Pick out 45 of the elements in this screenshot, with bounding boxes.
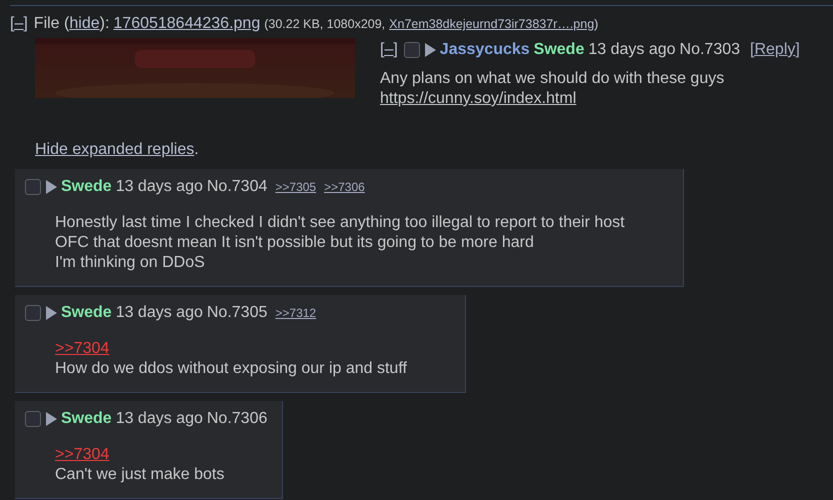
post-text: OFC that doesnt mean It isn't possible but its going to be more hard xyxy=(55,233,534,253)
post-date: 13 days ago xyxy=(116,410,203,428)
checkbox[interactable] xyxy=(25,305,41,321)
post-text: Any plans on what we should do with these guys xyxy=(380,69,724,89)
file-details: ) xyxy=(594,17,598,31)
checkbox[interactable] xyxy=(25,179,41,195)
backlink[interactable]: >>7305 xyxy=(275,180,316,194)
hide-replies-link[interactable]: Hide expanded replies xyxy=(35,141,194,158)
checkbox[interactable] xyxy=(25,411,41,427)
quote-link[interactable]: >>7304 xyxy=(55,339,110,359)
poster-tag: Swede xyxy=(61,178,112,196)
collapse-toggle[interactable]: [–] xyxy=(10,15,28,33)
post-date: 13 days ago xyxy=(588,41,676,59)
post-number[interactable]: No.7306 xyxy=(206,410,268,428)
post-text: How do we ddos without exposing our ip and stuff xyxy=(55,359,407,379)
expand-triangle-icon[interactable] xyxy=(45,412,57,426)
url-link[interactable]: https://cunny.soy/index.html xyxy=(380,89,576,109)
post-text: I'm thinking on DDoS xyxy=(55,253,205,273)
backlink[interactable]: >>7306 xyxy=(324,180,365,194)
original-filename-link[interactable]: Xn7em38dkejeurnd73ir73837r….png xyxy=(389,17,594,31)
quote-link[interactable]: >>7304 xyxy=(55,445,110,465)
post-text: Honestly last time I checked I didn't see anything too illegal to report to their host xyxy=(55,213,625,233)
post-number[interactable]: No.7304 xyxy=(206,178,268,196)
poster-tag: Swede xyxy=(61,304,112,322)
poster-tag: Swede xyxy=(61,410,112,428)
poster-tag: Swede xyxy=(534,41,584,59)
post-text: Can't we just make bots xyxy=(55,465,224,485)
post-date: 13 days ago xyxy=(116,304,203,322)
expand-triangle-icon[interactable] xyxy=(45,180,57,194)
post-date: 13 days ago xyxy=(116,178,203,196)
period-text: . xyxy=(194,141,199,158)
post-number[interactable]: No.7305 xyxy=(206,304,268,322)
file-label: File ( xyxy=(34,15,70,33)
checkbox[interactable] xyxy=(404,42,420,58)
reply-link[interactable]: [Reply] xyxy=(750,41,800,59)
expand-triangle-icon[interactable] xyxy=(45,306,57,320)
collapse-toggle[interactable]: [–] xyxy=(380,41,398,59)
backlink[interactable]: >>7312 xyxy=(275,306,316,320)
expand-triangle-icon[interactable] xyxy=(424,43,436,57)
file-label: ): xyxy=(100,15,110,33)
poster-name: Jassycucks xyxy=(440,41,530,59)
hide-link[interactable]: hide xyxy=(69,15,100,33)
post-number[interactable]: No.7303 xyxy=(680,41,740,59)
filename-link[interactable]: 1760518644236.png xyxy=(113,15,260,33)
file-details: (30.22 KB, 1080x209, xyxy=(264,17,386,31)
